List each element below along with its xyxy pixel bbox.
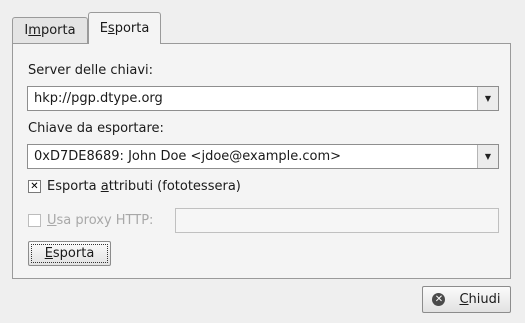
server-combobox[interactable]: hkp://pgp.dtype.org ▼ (27, 86, 499, 111)
checkbox-unchecked-icon[interactable] (28, 214, 41, 227)
proxy-checkbox[interactable]: Usa proxy HTTP: (28, 213, 153, 228)
proxy-input[interactable] (175, 208, 499, 233)
export-panel: Server delle chiavi: hkp://pgp.dtype.org… (12, 43, 511, 279)
tab-esporta-label: Esporta (99, 21, 150, 36)
close-button[interactable]: ✕ Chiudi (422, 286, 511, 313)
tab-esporta[interactable]: Esporta (88, 12, 161, 44)
close-button-label: Chiudi (459, 292, 501, 307)
chevron-down-icon[interactable]: ▼ (477, 87, 498, 110)
proxy-label: Usa proxy HTTP: (47, 213, 154, 228)
export-button[interactable]: Esporta (28, 241, 111, 266)
tab-importa-label: Importa (24, 23, 76, 38)
close-icon: ✕ (432, 293, 446, 306)
server-label: Server delle chiavi: (28, 63, 154, 78)
key-combobox[interactable]: 0xD7DE8689: John Doe <jdoe@example.com> … (27, 144, 499, 169)
export-attributes-label: Esporta attributi (fototessera) (47, 179, 241, 194)
key-value: 0xD7DE8689: John Doe <jdoe@example.com> (34, 149, 342, 164)
export-button-label: Esporta (44, 246, 95, 261)
tab-importa[interactable]: Importa (12, 17, 88, 43)
key-label: Chiave da esportare: (28, 121, 164, 136)
server-value: hkp://pgp.dtype.org (34, 91, 163, 106)
export-attributes-checkbox[interactable]: ✕ Esporta attributi (fototessera) (28, 179, 241, 194)
checkbox-checked-icon[interactable]: ✕ (28, 180, 41, 193)
chevron-down-icon[interactable]: ▼ (477, 145, 498, 168)
